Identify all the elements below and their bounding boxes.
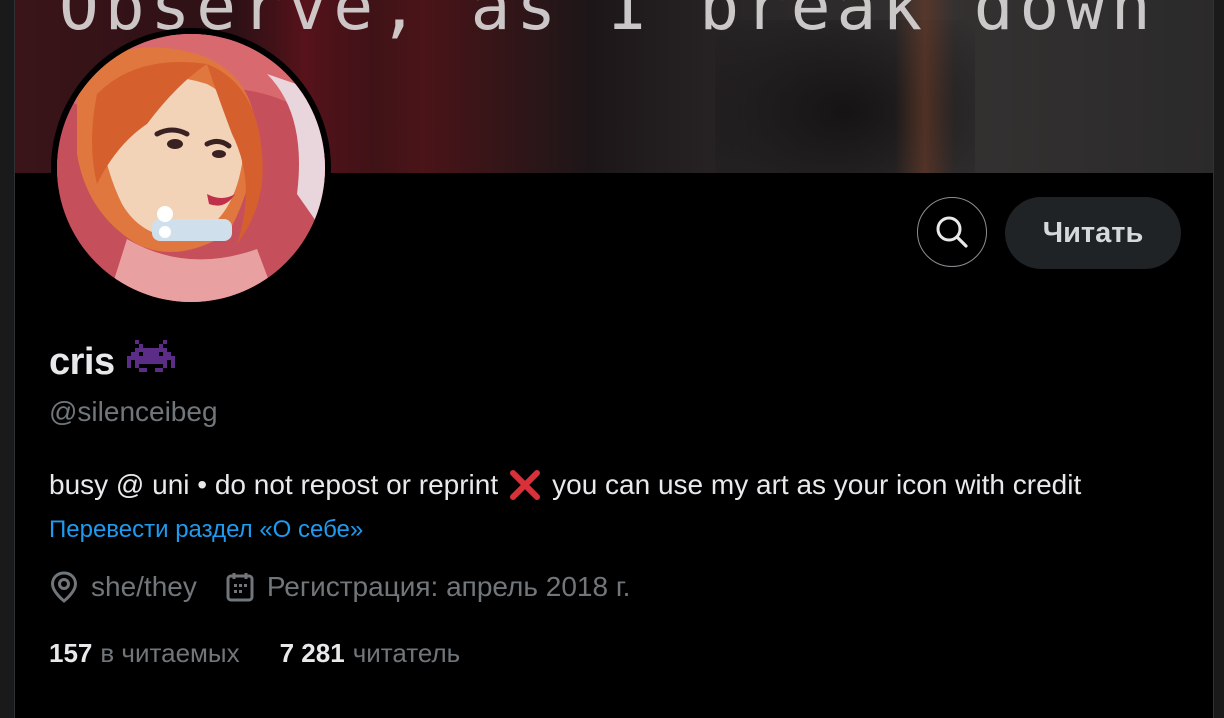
calendar-icon <box>226 573 254 602</box>
cross-mark-icon <box>510 470 541 500</box>
follow-button[interactable]: Читать <box>1005 197 1181 269</box>
space-invader-icon <box>126 340 175 372</box>
location-pin-icon <box>50 571 78 603</box>
avatar-image <box>57 34 325 302</box>
bio-text: you can use my art as your icon with cre… <box>552 469 1082 500</box>
display-name-row: cris <box>49 340 175 384</box>
translate-bio-link[interactable]: Перевести раздел «О себе» <box>49 516 363 544</box>
search-button[interactable] <box>917 197 987 267</box>
location-text: she/they <box>91 571 197 602</box>
followers-label: читатель <box>352 638 461 668</box>
profile-column: Observe, as I break down Читать cris @si… <box>14 0 1214 718</box>
follow-stats: 157 в читаемых 7 281 читатель <box>49 638 500 669</box>
joined-text: Регистрация: апрель 2018 г. <box>266 571 631 602</box>
app-frame: Observe, as I break down Читать cris @si… <box>0 0 1224 718</box>
profile-meta: she/they Регистрация: апрель 2018 г. <box>49 570 658 604</box>
profile-handle: @silenceibeg <box>49 396 218 427</box>
display-name: cris <box>49 340 115 383</box>
following-label: в читаемых <box>100 638 240 668</box>
profile-bio: busy @ uni • do not repost or reprint yo… <box>49 468 1081 502</box>
following-link[interactable]: 157 в читаемых <box>49 638 240 669</box>
joined-item: Регистрация: апрель 2018 г. <box>225 571 631 603</box>
following-count: 157 <box>49 638 93 668</box>
followers-count: 7 281 <box>279 638 345 668</box>
bio-text: busy @ uni • do not repost or reprint <box>49 469 499 500</box>
followers-link[interactable]: 7 281 читатель <box>280 638 461 669</box>
avatar[interactable] <box>51 28 331 308</box>
location-item: she/they <box>49 570 197 604</box>
search-icon <box>936 216 968 248</box>
